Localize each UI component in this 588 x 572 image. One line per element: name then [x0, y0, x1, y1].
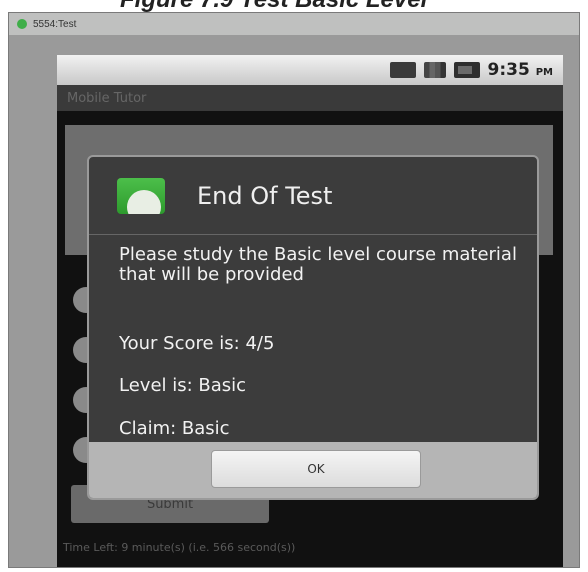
emulator-icon	[17, 19, 27, 29]
status-time-value: 9:35	[487, 60, 530, 80]
emulator-title-bar: 5554:Test	[9, 13, 579, 35]
data-icon	[389, 62, 416, 78]
status-time: 9:35 PM	[488, 60, 554, 80]
dialog-title: End Of Test	[197, 181, 333, 210]
level-text: Level is: Basic	[119, 375, 247, 396]
signal-icon	[423, 62, 446, 78]
dialog-message: Please study the Basic level course mate…	[119, 244, 517, 285]
ok-button[interactable]: OK	[211, 450, 421, 488]
battery-icon	[453, 62, 480, 78]
dialog-header: End Of Test	[89, 157, 537, 235]
emulator-window: 5554:Test 9:35 PM Mobile Tutor Submit Ti…	[8, 12, 580, 568]
claim-text: Claim: Basic	[119, 418, 230, 439]
time-left: Time Left: 9 minute(s) (i.e. 566 second(…	[63, 541, 296, 554]
score-text: Your Score is: 4/5	[119, 333, 275, 354]
device-screen: 9:35 PM Mobile Tutor Submit Time Left: 9…	[57, 55, 563, 567]
dialog-button-bar: OK	[89, 442, 537, 498]
status-bar: 9:35 PM	[57, 55, 563, 85]
dialog-body: Please study the Basic level course mate…	[119, 244, 519, 440]
app-icon	[117, 177, 165, 214]
status-time-ampm: PM	[535, 67, 553, 78]
app-title-bar: Mobile Tutor	[57, 85, 563, 111]
emulator-title: 5554:Test	[33, 18, 77, 30]
end-of-test-dialog: End Of Test Please study the Basic level…	[87, 155, 539, 500]
app-title: Mobile Tutor	[67, 90, 147, 106]
